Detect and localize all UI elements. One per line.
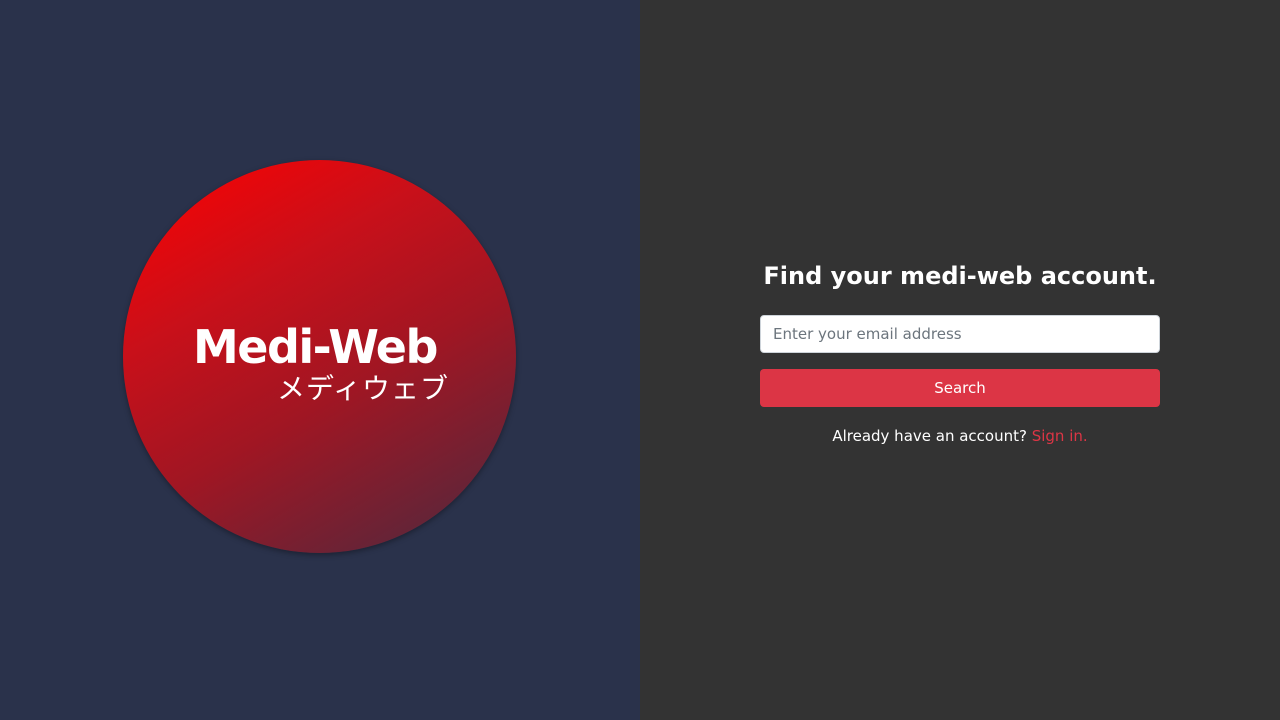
logo-title: Medi-Web — [193, 320, 438, 374]
signin-prompt: Already have an account? — [832, 427, 1032, 445]
email-input[interactable] — [760, 315, 1160, 353]
logo-subtitle-japanese: メディウェブ — [276, 372, 449, 405]
search-button[interactable]: Search — [760, 369, 1160, 407]
account-search-panel: Find your medi-web account. Search Alrea… — [640, 0, 1280, 720]
logo: Medi-Web メディウェブ — [123, 160, 516, 553]
form-title: Find your medi-web account. — [763, 262, 1157, 290]
logo-text: Medi-Web メディウェブ — [193, 320, 455, 404]
find-account-form: Find your medi-web account. Search Alrea… — [760, 258, 1160, 447]
branding-panel: Medi-Web メディウェブ — [0, 0, 640, 720]
signin-line: Already have an account? Sign in. — [760, 425, 1160, 447]
signin-link[interactable]: Sign in. — [1032, 427, 1088, 445]
